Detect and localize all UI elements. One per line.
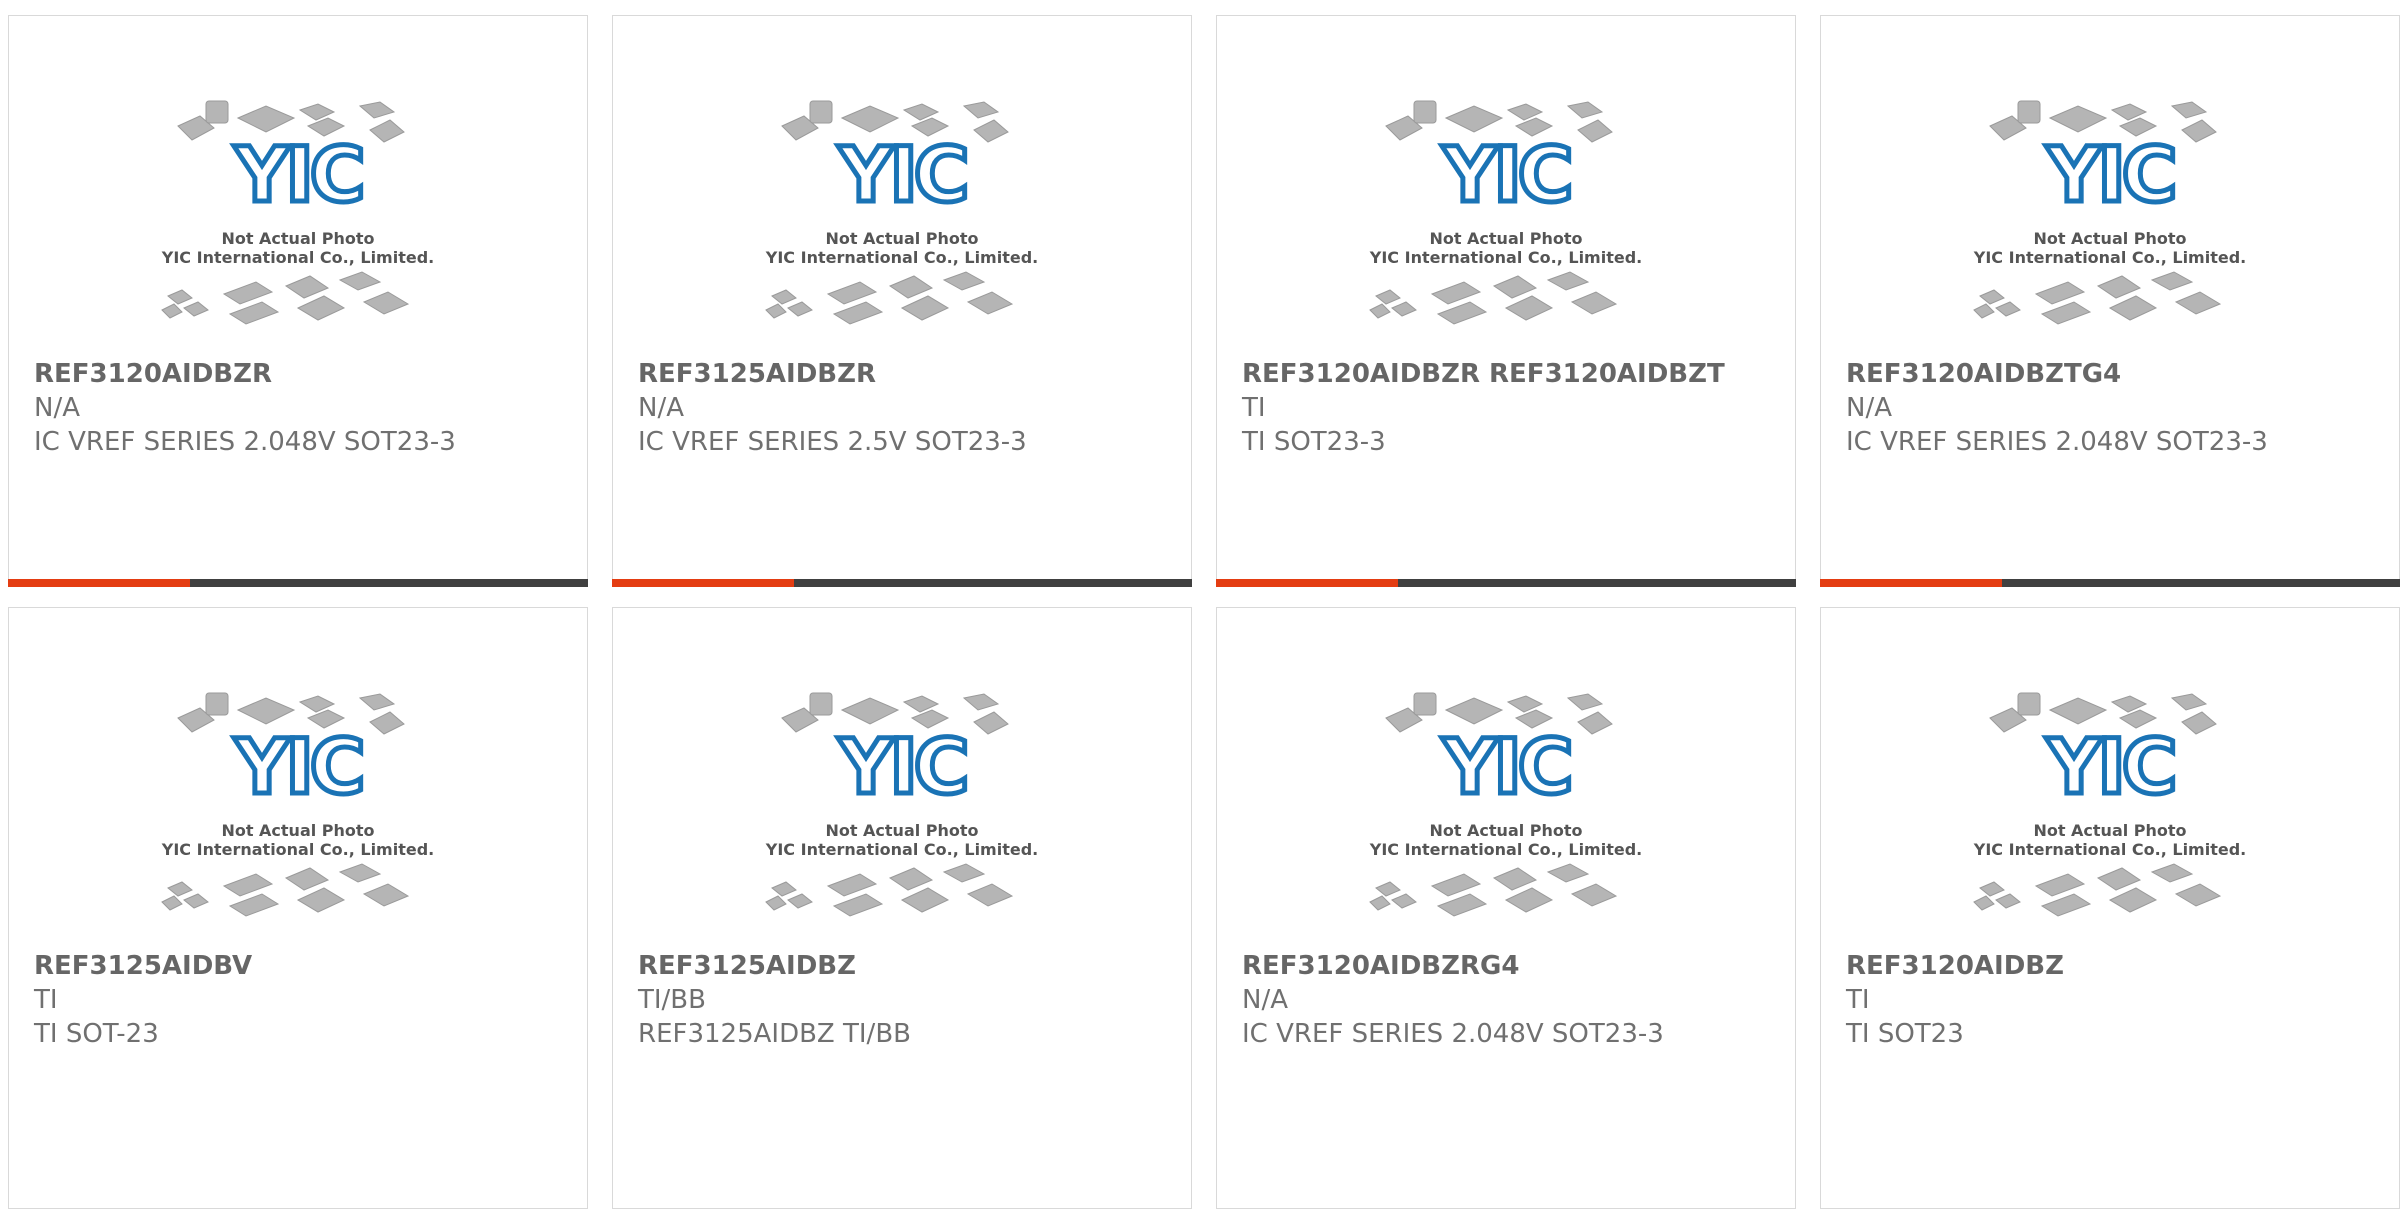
product-card[interactable]: YIC Not Actual Photo YIC International C… <box>1216 15 1796 587</box>
card-accent-bar <box>612 579 1192 587</box>
product-part-number[interactable]: REF3120AIDBZ <box>1846 950 2064 984</box>
yic-logo: YIC <box>2045 130 2173 219</box>
product-card[interactable]: YIC Not Actual Photo YIC International C… <box>1216 607 1796 1209</box>
product-photo-placeholder: YIC Not Actual Photo YIC International C… <box>9 96 587 361</box>
product-photo-placeholder: YIC Not Actual Photo YIC International C… <box>1821 96 2399 361</box>
not-actual-photo-image: YIC Not Actual Photo YIC International C… <box>161 692 434 917</box>
product-part-number[interactable]: REF3125AIDBZR <box>638 358 876 392</box>
product-description: IC VREF SERIES 2.5V SOT23-3 <box>638 427 1027 457</box>
photo-caption-line1: Not Actual Photo <box>221 229 374 248</box>
card-accent-bar <box>8 579 588 587</box>
photo-caption-line2: YIC International Co., Limited. <box>765 840 1038 859</box>
yic-logo: YIC <box>837 722 965 811</box>
card-accent-bar <box>1820 579 2400 587</box>
product-manufacturer: N/A <box>638 393 684 423</box>
product-part-number[interactable]: REF3120AIDBZRG4 <box>1242 950 1519 984</box>
product-description: IC VREF SERIES 2.048V SOT23-3 <box>1846 427 2268 457</box>
product-manufacturer: N/A <box>1242 985 1288 1015</box>
product-card[interactable]: YIC Not Actual Photo YIC International C… <box>612 15 1192 587</box>
not-actual-photo-image: YIC Not Actual Photo YIC International C… <box>1973 100 2246 325</box>
not-actual-photo-image: YIC Not Actual Photo YIC International C… <box>765 100 1038 325</box>
card-accent-highlight <box>8 579 190 587</box>
yic-logo: YIC <box>233 722 361 811</box>
product-manufacturer: N/A <box>34 393 80 423</box>
photo-caption-line1: Not Actual Photo <box>221 821 374 840</box>
photo-caption-line2: YIC International Co., Limited. <box>161 248 434 267</box>
card-accent-highlight <box>1820 579 2002 587</box>
photo-caption-line2: YIC International Co., Limited. <box>1369 248 1642 267</box>
product-photo-placeholder: YIC Not Actual Photo YIC International C… <box>613 688 1191 953</box>
not-actual-photo-image: YIC Not Actual Photo YIC International C… <box>161 100 434 325</box>
yic-logo: YIC <box>1441 130 1569 219</box>
photo-caption-line1: Not Actual Photo <box>2033 229 2186 248</box>
photo-caption-line1: Not Actual Photo <box>2033 821 2186 840</box>
product-part-number[interactable]: REF3125AIDBV <box>34 950 252 984</box>
product-grid: YIC Not Actual Photo YIC International C… <box>8 15 2400 1209</box>
product-description: TI SOT-23 <box>34 1019 159 1049</box>
product-description: REF3125AIDBZ TI/BB <box>638 1019 911 1049</box>
product-part-number[interactable]: REF3125AIDBZ <box>638 950 856 984</box>
photo-caption-line2: YIC International Co., Limited. <box>1973 248 2246 267</box>
card-accent-highlight <box>612 579 794 587</box>
product-part-number[interactable]: REF3120AIDBZR <box>34 358 272 392</box>
product-photo-placeholder: YIC Not Actual Photo YIC International C… <box>9 688 587 953</box>
product-manufacturer: TI <box>34 985 58 1015</box>
product-manufacturer: TI/BB <box>638 985 706 1015</box>
not-actual-photo-image: YIC Not Actual Photo YIC International C… <box>1369 100 1642 325</box>
product-photo-placeholder: YIC Not Actual Photo YIC International C… <box>613 96 1191 361</box>
yic-logo: YIC <box>2045 722 2173 811</box>
product-part-number[interactable]: REF3120AIDBZR REF3120AIDBZT <box>1242 358 1725 392</box>
product-card[interactable]: YIC Not Actual Photo YIC International C… <box>8 607 588 1209</box>
photo-caption-line1: Not Actual Photo <box>1429 229 1582 248</box>
product-manufacturer: N/A <box>1846 393 1892 423</box>
photo-caption-line2: YIC International Co., Limited. <box>765 248 1038 267</box>
product-photo-placeholder: YIC Not Actual Photo YIC International C… <box>1821 688 2399 953</box>
photo-caption-line1: Not Actual Photo <box>825 229 978 248</box>
product-card[interactable]: YIC Not Actual Photo YIC International C… <box>612 607 1192 1209</box>
photo-caption-line1: Not Actual Photo <box>1429 821 1582 840</box>
product-photo-placeholder: YIC Not Actual Photo YIC International C… <box>1217 688 1795 953</box>
product-description: IC VREF SERIES 2.048V SOT23-3 <box>1242 1019 1664 1049</box>
product-card[interactable]: YIC Not Actual Photo YIC International C… <box>8 15 588 587</box>
product-description: IC VREF SERIES 2.048V SOT23-3 <box>34 427 456 457</box>
yic-logo: YIC <box>1441 722 1569 811</box>
product-card[interactable]: YIC Not Actual Photo YIC International C… <box>1820 607 2400 1209</box>
not-actual-photo-image: YIC Not Actual Photo YIC International C… <box>765 692 1038 917</box>
yic-logo: YIC <box>837 130 965 219</box>
card-accent-bar <box>1216 579 1796 587</box>
product-description: TI SOT23 <box>1846 1019 1964 1049</box>
product-manufacturer: TI <box>1242 393 1266 423</box>
product-description: TI SOT23-3 <box>1242 427 1386 457</box>
not-actual-photo-image: YIC Not Actual Photo YIC International C… <box>1973 692 2246 917</box>
product-manufacturer: TI <box>1846 985 1870 1015</box>
yic-logo: YIC <box>233 130 361 219</box>
photo-caption-line2: YIC International Co., Limited. <box>1369 840 1642 859</box>
card-accent-highlight <box>1216 579 1398 587</box>
product-part-number[interactable]: REF3120AIDBZTG4 <box>1846 358 2121 392</box>
photo-caption-line2: YIC International Co., Limited. <box>161 840 434 859</box>
not-actual-photo-image: YIC Not Actual Photo YIC International C… <box>1369 692 1642 917</box>
photo-caption-line2: YIC International Co., Limited. <box>1973 840 2246 859</box>
product-card[interactable]: YIC Not Actual Photo YIC International C… <box>1820 15 2400 587</box>
photo-caption-line1: Not Actual Photo <box>825 821 978 840</box>
product-photo-placeholder: YIC Not Actual Photo YIC International C… <box>1217 96 1795 361</box>
